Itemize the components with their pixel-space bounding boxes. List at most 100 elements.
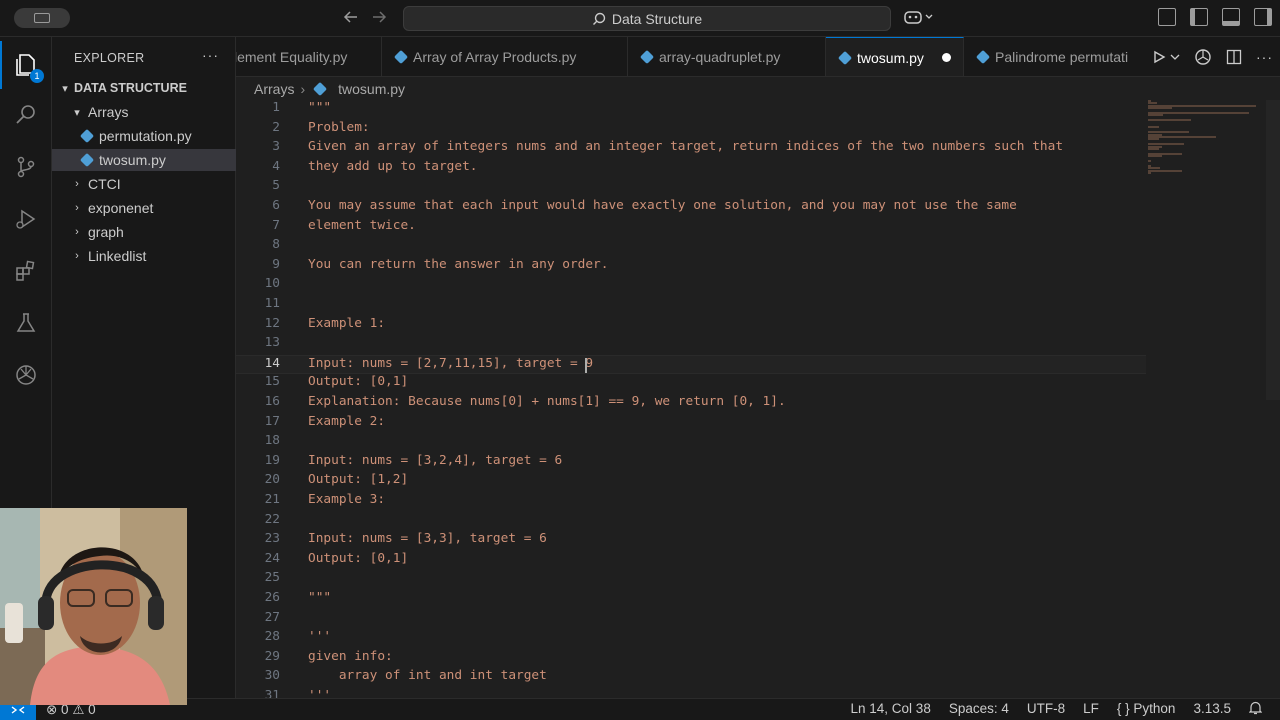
tab-element-equality[interactable]: lement Equality.py (236, 37, 382, 76)
testing-flask-icon[interactable] (0, 299, 52, 347)
tree-folder-arrays[interactable]: ▾ Arrays (52, 101, 236, 123)
tab-palindrome-permutation[interactable]: Palindrome permutati (964, 37, 1154, 76)
end-of-line[interactable]: LF (1083, 701, 1099, 718)
tab-array-of-array-products[interactable]: Array of Array Products.py (382, 37, 628, 76)
chatgpt-icon[interactable] (0, 351, 52, 399)
search-view-icon[interactable] (0, 91, 52, 139)
code-line[interactable]: 17 Example 2: (236, 414, 1146, 434)
line-number: 23 (264, 531, 280, 547)
minimap-line (1148, 169, 1183, 172)
line-number: 11 (264, 296, 280, 311)
python-file-icon (393, 49, 409, 65)
command-center-search[interactable]: Data Structure (403, 6, 891, 31)
more-actions-icon[interactable]: ··· (1256, 49, 1273, 65)
code-line[interactable]: 10 (236, 276, 1146, 296)
copilot-icon[interactable] (904, 9, 934, 28)
code-line[interactable]: 2 Problem: (236, 120, 1146, 140)
code-line[interactable]: 30 array of int and int target (236, 668, 1146, 688)
toggle-primary-sidebar-icon[interactable] (1190, 8, 1208, 26)
sidebar-toggle-icon[interactable] (14, 8, 70, 28)
run-icon[interactable] (1152, 50, 1166, 64)
code-line[interactable]: 3 Given an array of integers nums and an … (236, 139, 1146, 159)
extensions-icon[interactable] (0, 247, 52, 295)
tree-folder-graph[interactable]: › graph (52, 221, 236, 243)
code-line[interactable]: 18 (236, 433, 1146, 453)
code-line[interactable]: 4 they add up to target. (236, 159, 1146, 179)
python-version[interactable]: 3.13.5 (1193, 701, 1231, 718)
tab-twosum[interactable]: twosum.py (826, 37, 964, 76)
code-text: You can return the answer in any order. (308, 256, 609, 272)
encoding[interactable]: UTF-8 (1027, 701, 1065, 718)
source-control-icon[interactable] (0, 143, 52, 191)
code-line[interactable]: 9 You can return the answer in any order. (236, 257, 1146, 277)
code-text: Output: [1,2] (308, 472, 409, 488)
tree-file-permutation[interactable]: permutation.py (52, 125, 236, 147)
code-line[interactable]: 24 Output: [0,1] (236, 551, 1146, 571)
layout-customize-icon[interactable] (1158, 8, 1176, 26)
code-text: given info: (308, 648, 393, 664)
code-text: You may assume that each input would hav… (308, 198, 1017, 213)
code-line[interactable]: 23 Input: nums = [3,3], target = 6 (236, 531, 1146, 551)
arrow-right-icon[interactable] (371, 9, 387, 30)
line-number: 7 (272, 217, 280, 233)
toggle-secondary-sidebar-icon[interactable] (1254, 8, 1272, 26)
indentation[interactable]: Spaces: 4 (949, 701, 1009, 718)
tab-label: lement Equality.py (236, 49, 348, 65)
code-line[interactable]: 27 (236, 610, 1146, 630)
unsaved-dot-icon[interactable] (941, 53, 951, 62)
tree-file-twosum[interactable]: twosum.py (52, 149, 236, 171)
code-line[interactable]: 13 (236, 335, 1146, 355)
workspace-name: Data Structure (611, 10, 703, 27)
code-line[interactable]: 21 Example 3: (236, 492, 1146, 512)
minimap-line (1148, 148, 1159, 150)
chevron-right-icon: › (75, 178, 79, 190)
explorer-more-icon[interactable]: ··· (202, 47, 219, 63)
tree-root-data-structure[interactable]: ▾ DATA STRUCTURE (52, 77, 236, 99)
minimap-line (1148, 172, 1152, 174)
code-line[interactable]: 26 """ (236, 590, 1146, 610)
code-line[interactable]: 5 (236, 178, 1146, 198)
code-line[interactable]: 29 given info: (236, 649, 1146, 669)
tab-array-quadruplet[interactable]: array-quadruplet.py (628, 37, 826, 76)
line-number: 5 (272, 178, 280, 194)
code-line[interactable]: 25 (236, 570, 1146, 590)
code-line[interactable]: 22 (236, 512, 1146, 532)
language-mode[interactable]: { } Python (1117, 701, 1176, 718)
code-text: they add up to target. (308, 158, 478, 174)
line-number: 8 (272, 237, 280, 253)
editor-scrollbar[interactable] (1266, 100, 1280, 400)
code-line[interactable]: 28 ''' (236, 629, 1146, 649)
chevron-down-icon[interactable] (1170, 52, 1180, 62)
code-line[interactable]: 31 ''' (236, 688, 1146, 698)
tree-folder-ctci[interactable]: › CTCI (52, 173, 236, 195)
tree-folder-exponenet[interactable]: › exponenet (52, 197, 236, 219)
code-line[interactable]: 14 Input: nums = [2,7,11,15], target = 9 (236, 354, 1146, 375)
code-line[interactable]: 6 You may assume that each input would ha… (236, 198, 1146, 218)
code-line[interactable]: 15 Output: [0,1] (236, 374, 1146, 394)
breadcrumb-folder[interactable]: Arrays (254, 81, 294, 97)
code-line[interactable]: 8 (236, 237, 1146, 257)
code-line[interactable]: 19 Input: nums = [3,2,4], target = 6 (236, 453, 1146, 473)
minimap[interactable] (1148, 100, 1266, 200)
bell-icon[interactable] (1248, 701, 1263, 718)
chatgpt-icon[interactable] (1194, 48, 1212, 66)
split-editor-icon[interactable] (1226, 49, 1242, 65)
code-line[interactable]: 7 element twice. (236, 218, 1146, 238)
code-line[interactable]: 16 Explanation: Because nums[0] + nums[1]… (236, 394, 1146, 414)
chevron-down-icon: ▾ (62, 82, 68, 95)
tree-folder-linkedlist[interactable]: › Linkedlist (52, 245, 236, 267)
code-editor[interactable]: 1 """ 2 Problem: 3 Given an array of integers… (236, 99, 1280, 698)
code-line[interactable]: 1 """ (236, 100, 1146, 120)
arrow-left-icon[interactable] (343, 9, 359, 30)
toggle-panel-icon[interactable] (1222, 8, 1240, 26)
run-debug-icon[interactable] (0, 195, 52, 243)
code-line[interactable]: 12 Example 1: (236, 316, 1146, 336)
line-number: 9 (272, 256, 280, 272)
explorer-icon[interactable]: 1 (0, 41, 52, 89)
cursor-position[interactable]: Ln 14, Col 38 (851, 701, 931, 718)
line-number: 19 (264, 452, 280, 468)
minimap-line (1148, 107, 1173, 110)
breadcrumb-file[interactable]: twosum.py (338, 81, 405, 97)
code-line[interactable]: 20 Output: [1,2] (236, 472, 1146, 492)
code-line[interactable]: 11 (236, 296, 1146, 316)
